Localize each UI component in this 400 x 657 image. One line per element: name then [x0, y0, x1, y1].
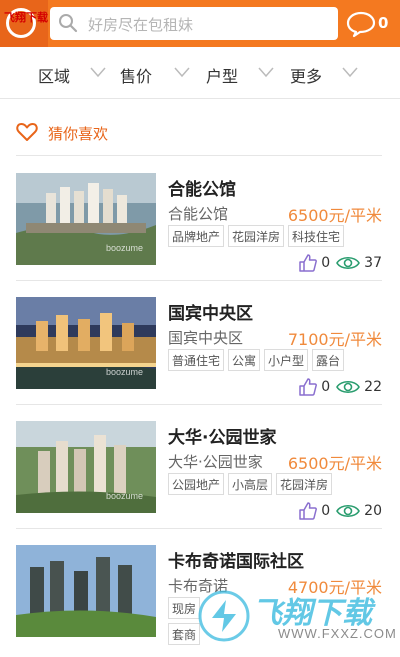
listing-price: 7100元/平米 [287, 330, 382, 349]
listing-tag: 小高层 [228, 473, 273, 495]
filter-region[interactable]: 区域 [0, 47, 106, 99]
view-count: 20 [364, 503, 382, 519]
chevron-down-icon [174, 67, 190, 78]
listing-title: 国宾中央区 [168, 304, 253, 324]
listing-tag: 公寓 [228, 349, 261, 371]
listing-tag: 品牌地产 [168, 225, 225, 247]
listing-item[interactable]: boozume 国宾中央区 国宾中央区 7100元/平米 普通住宅 公寓 小户型… [16, 281, 382, 405]
listing-title: 合能公馆 [168, 180, 236, 200]
listing-tag: 花园洋房 [276, 473, 333, 495]
image-watermark: boozume [106, 367, 144, 377]
message-button[interactable]: 0 [344, 8, 396, 40]
like-icon[interactable] [298, 253, 318, 273]
listing-image: boozume [16, 297, 156, 389]
view-count: 37 [364, 255, 382, 271]
listing-stats: 0 37 [298, 253, 382, 273]
like-count: 0 [321, 379, 331, 395]
image-watermark: boozume [106, 491, 144, 501]
filter-label: 售价 [120, 67, 153, 86]
listing-image [16, 545, 156, 637]
like-icon[interactable] [298, 501, 318, 521]
listing-tag: 科技住宅 [288, 225, 345, 247]
footer-watermark: 飞翔下载 WWW.FXXZ.COM [196, 586, 400, 657]
listing-title: 大华·公园世家 [168, 428, 277, 448]
like-count: 0 [321, 503, 331, 519]
watermark-url: WWW.FXXZ.COM [278, 626, 397, 641]
filter-label: 区域 [38, 67, 71, 86]
filter-more[interactable]: 更多 [290, 47, 400, 99]
image-watermark: boozume [106, 243, 144, 253]
listing-price: 6500元/平米 [287, 454, 382, 473]
listing-tag: 花园洋房 [228, 225, 285, 247]
listing-title: 卡布奇诺国际社区 [168, 552, 304, 572]
watermark-logo-icon [198, 590, 250, 642]
filter-bar: 区域 售价 户型 更多 [0, 47, 400, 99]
search-icon [59, 14, 78, 33]
chat-bubble-icon [346, 11, 376, 38]
eye-icon [336, 256, 361, 270]
like-icon[interactable] [298, 377, 318, 397]
listing-subname: 合能公馆 [168, 205, 229, 223]
listing-image: boozume [16, 421, 156, 513]
search-placeholder: 好房尽在包租妹 [88, 16, 194, 34]
listing-item[interactable]: boozume 大华·公园世家 大华·公园世家 6500元/平米 公园地产 小高… [16, 405, 382, 529]
listing-image: boozume [16, 173, 156, 265]
heart-icon [16, 123, 38, 141]
listing-tag: 公园地产 [168, 473, 225, 495]
filter-label: 户型 [206, 67, 239, 86]
section-heading: 猜你喜欢 [16, 122, 382, 156]
listing-tags: 品牌地产 花园洋房 科技住宅 [168, 225, 382, 249]
listing-tags: 公园地产 小高层 花园洋房 [168, 473, 382, 497]
listing-subname: 国宾中央区 [168, 329, 244, 347]
listing-tag: 露台 [312, 349, 345, 371]
filter-layout[interactable]: 户型 [200, 47, 300, 99]
filter-label: 更多 [290, 67, 323, 86]
listing-price: 6500元/平米 [287, 206, 382, 225]
search-input[interactable]: 好房尽在包租妹 [50, 7, 338, 40]
message-count: 0 [378, 14, 389, 32]
chevron-down-icon [342, 67, 358, 78]
chevron-down-icon [258, 67, 274, 78]
listing-item[interactable]: boozume 合能公馆 合能公馆 6500元/平米 品牌地产 花园洋房 科技住… [16, 157, 382, 281]
section-title: 猜你喜欢 [48, 125, 109, 143]
listing-tag: 小户型 [264, 349, 309, 371]
view-count: 22 [364, 379, 382, 395]
top-bar: 飞翔下载 www.FXXZ.com 好房尽在包租妹 0 [0, 0, 400, 47]
listing-tag: 普通住宅 [168, 349, 225, 371]
filter-price[interactable]: 售价 [100, 47, 200, 99]
listing-subname: 大华·公园世家 [168, 453, 263, 471]
like-count: 0 [321, 255, 331, 271]
eye-icon [336, 504, 361, 518]
listing-stats: 0 20 [298, 501, 382, 521]
eye-icon [336, 380, 361, 394]
listing-tags: 普通住宅 公寓 小户型 露台 [168, 349, 382, 373]
listing-stats: 0 22 [298, 377, 382, 397]
